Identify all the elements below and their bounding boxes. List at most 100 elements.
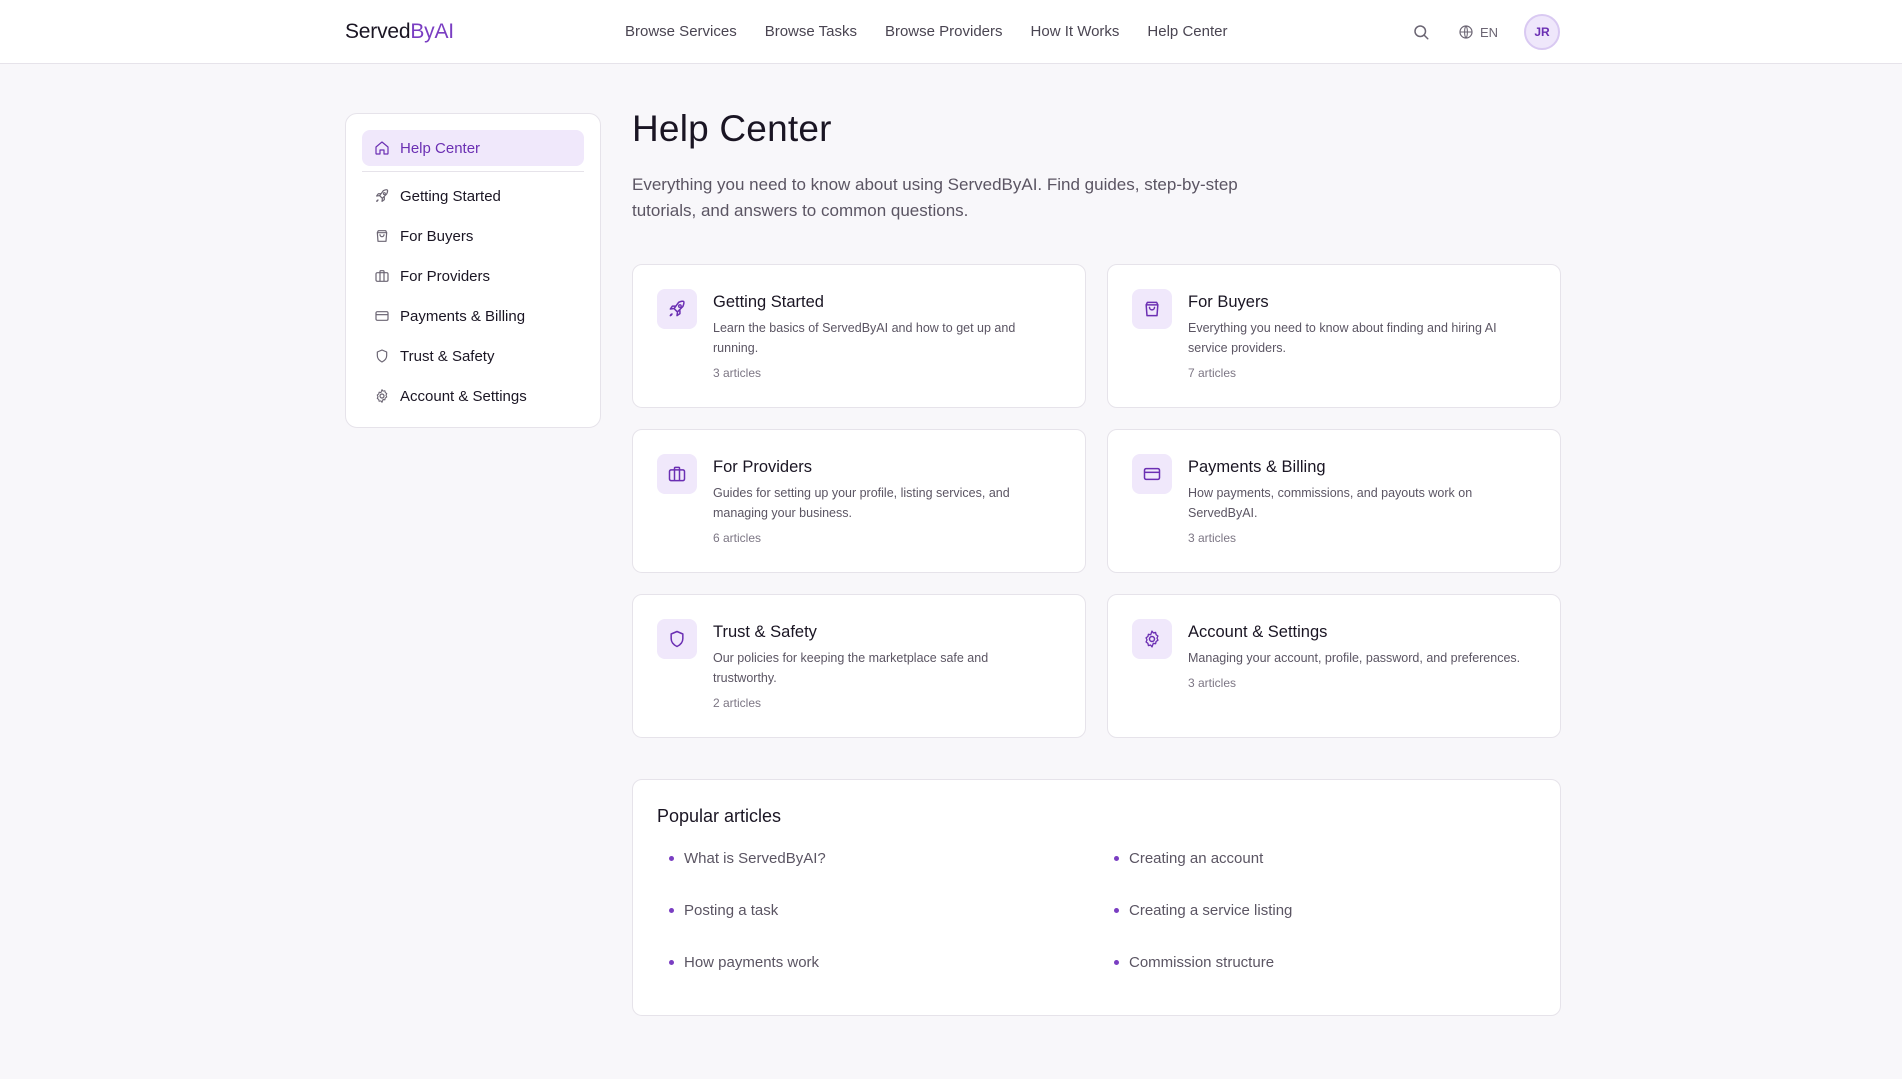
sidebar-item-label: Account & Settings (400, 387, 527, 405)
nav-help-center[interactable]: Help Center (1147, 23, 1227, 40)
card-title: For Providers (713, 458, 813, 476)
briefcase-icon (374, 268, 390, 284)
popular-article-link[interactable]: What is ServedByAI? (657, 847, 1102, 869)
language-label: EN (1479, 24, 1498, 40)
popular-article-label: How payments work (684, 953, 820, 971)
sidebar-item-label: Trust & Safety (400, 347, 495, 365)
home-icon (374, 140, 390, 156)
shopping-bag-icon (1142, 299, 1162, 319)
nav-how-it-works[interactable]: How It Works (1031, 23, 1120, 40)
user-avatar[interactable]: JR (1524, 14, 1560, 50)
card-article-count: 3 articles (1188, 676, 1237, 690)
sidebar-item-for-providers[interactable]: For Providers (362, 258, 584, 294)
logo-text-primary: Served (345, 20, 411, 43)
card-description: Everything you need to know about findin… (1188, 321, 1497, 355)
credit-card-icon (1142, 464, 1162, 484)
bullet-dot (1114, 907, 1119, 913)
popular-articles-title: Popular articles (657, 806, 782, 826)
main-nav: Browse Services Browse Tasks Browse Prov… (625, 23, 1227, 40)
sidebar-item-trust-safety[interactable]: Trust & Safety (362, 338, 584, 374)
popular-articles: Popular articles What is ServedByAI? Cre… (632, 779, 1561, 1016)
nav-browse-tasks[interactable]: Browse Tasks (765, 23, 857, 40)
bullet-dot (669, 907, 674, 913)
category-card-account-settings[interactable]: Account & Settings Managing your account… (1107, 594, 1561, 738)
popular-articles-list: What is ServedByAI? Creating an account … (657, 847, 1536, 973)
card-description: How payments, commissions, and payouts w… (1188, 486, 1473, 520)
card-title: Trust & Safety (713, 623, 817, 641)
page-title: Help Center (632, 108, 832, 149)
card-article-count: 3 articles (713, 366, 762, 380)
card-icon-container (1132, 289, 1172, 329)
card-article-count: 7 articles (1188, 366, 1237, 380)
sidebar-item-help-center[interactable]: Help Center (362, 130, 584, 166)
card-icon-container (657, 619, 697, 659)
briefcase-icon (667, 464, 687, 484)
top-navigation-bar: ServedByAI Browse Services Browse Tasks … (0, 0, 1902, 64)
card-title: For Buyers (1188, 293, 1269, 311)
card-title: Account & Settings (1188, 623, 1328, 641)
sidebar-item-label: For Providers (400, 267, 491, 285)
top-actions: EN JR (1410, 14, 1560, 50)
card-article-count: 2 articles (713, 696, 762, 710)
main-content: Help Center Everything you need to know … (632, 108, 1562, 1016)
category-card-for-buyers[interactable]: For Buyers Everything you need to know a… (1107, 264, 1561, 408)
card-description: Managing your account, profile, password… (1188, 651, 1521, 665)
card-icon-container (1132, 619, 1172, 659)
card-description: Learn the basics of ServedByAI and how t… (713, 321, 1016, 355)
rocket-icon (374, 188, 390, 204)
popular-article-link[interactable]: Creating a service listing (1102, 899, 1547, 921)
popular-article-link[interactable]: How payments work (657, 951, 1102, 973)
card-icon-container (657, 454, 697, 494)
logo[interactable]: ServedByAI (345, 20, 454, 44)
card-article-count: 3 articles (1188, 531, 1237, 545)
search-button[interactable] (1410, 21, 1432, 43)
card-title: Getting Started (713, 293, 824, 311)
category-card-trust-safety[interactable]: Trust & Safety Our policies for keeping … (632, 594, 1086, 738)
popular-article-label: Commission structure (1129, 953, 1275, 971)
logo-text-accent: ByAI (410, 20, 454, 43)
card-icon-container (1132, 454, 1172, 494)
sidebar-item-getting-started[interactable]: Getting Started (362, 178, 584, 214)
bullet-dot (1114, 855, 1119, 861)
shield-icon (667, 629, 687, 649)
gear-icon (374, 388, 390, 404)
popular-article-label: Creating an account (1129, 849, 1264, 867)
sidebar-item-account-settings[interactable]: Account & Settings (362, 378, 584, 414)
card-article-count: 6 articles (713, 531, 762, 545)
gear-icon (1142, 629, 1162, 649)
page-subtitle: Everything you need to know about using … (632, 175, 1238, 220)
nav-browse-services[interactable]: Browse Services (625, 23, 737, 40)
rocket-icon (667, 299, 687, 319)
category-card-for-providers[interactable]: For Providers Guides for setting up your… (632, 429, 1086, 573)
popular-article-link[interactable]: Posting a task (657, 899, 1102, 921)
credit-card-icon (374, 308, 390, 324)
sidebar-item-label: Help Center (400, 139, 481, 157)
sidebar-item-for-buyers[interactable]: For Buyers (362, 218, 584, 254)
card-description: Our policies for keeping the marketplace… (713, 651, 989, 685)
search-icon (1414, 25, 1429, 40)
sidebar-divider (362, 171, 584, 172)
sidebar-item-label: Payments & Billing (400, 307, 526, 325)
popular-article-label: Creating a service listing (1129, 901, 1293, 919)
shopping-bag-icon (374, 228, 390, 244)
popular-article-label: Posting a task (684, 901, 779, 919)
sidebar-item-payments-billing[interactable]: Payments & Billing (362, 298, 584, 334)
card-description: Guides for setting up your profile, list… (713, 486, 1010, 520)
popular-article-link[interactable]: Commission structure (1102, 951, 1547, 973)
bullet-dot (669, 855, 674, 861)
card-title: Payments & Billing (1188, 458, 1326, 476)
category-card-getting-started[interactable]: Getting Started Learn the basics of Serv… (632, 264, 1086, 408)
sidebar-item-label: Getting Started (400, 187, 501, 205)
nav-browse-providers[interactable]: Browse Providers (885, 23, 1003, 40)
popular-article-link[interactable]: Creating an account (1102, 847, 1547, 869)
category-card-payments-billing[interactable]: Payments & Billing How payments, commiss… (1107, 429, 1561, 573)
bullet-dot (669, 959, 674, 965)
globe-icon (1459, 25, 1473, 39)
popular-article-label: What is ServedByAI? (684, 849, 826, 867)
help-sidebar: Help Center Getting Started For Buyers F… (345, 113, 601, 428)
category-grid: Getting Started Learn the basics of Serv… (632, 264, 1562, 738)
language-selector[interactable]: EN (1458, 24, 1498, 40)
bullet-dot (1114, 959, 1119, 965)
card-icon-container (657, 289, 697, 329)
sidebar-item-label: For Buyers (400, 227, 474, 245)
